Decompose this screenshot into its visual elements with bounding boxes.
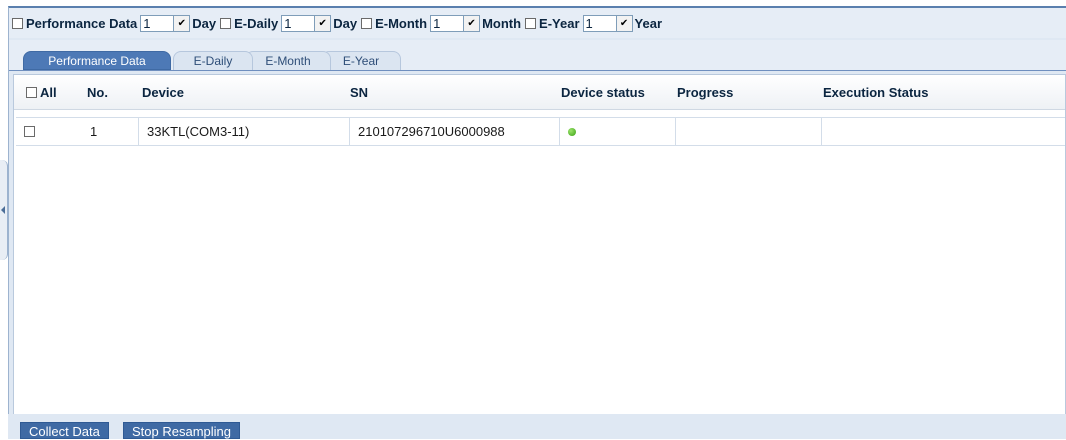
e-month-count-value: 1 <box>433 15 441 31</box>
row-no: 1 <box>82 118 139 145</box>
row-select-cell <box>16 118 81 145</box>
chevron-down-icon[interactable]: ✔ <box>173 15 190 31</box>
column-header-execution-status: Execution Status <box>823 84 929 100</box>
performance-data-unit: Day <box>192 15 217 31</box>
e-year-unit: Year <box>634 15 663 31</box>
performance-data-filter-label: Performance Data <box>26 15 138 31</box>
e-month-unit: Month <box>482 15 522 31</box>
filter-e-daily: E-Daily 1 ✔ Day <box>220 14 358 32</box>
column-header-device: Device <box>142 84 184 100</box>
row-progress <box>676 118 822 145</box>
tab-e-year[interactable]: E-Year <box>321 51 401 70</box>
chevron-down-icon[interactable]: ✔ <box>314 15 331 31</box>
column-header-progress: Progress <box>677 84 734 100</box>
row-execution-status <box>822 118 1066 145</box>
e-year-filter-label: E-Year <box>539 15 580 31</box>
filter-bar: Performance Data 1 ✔ Day E-Daily 1 ✔ Day… <box>9 8 1066 38</box>
e-year-count-select[interactable]: 1 ✔ <box>582 14 633 32</box>
column-header-no: No. <box>87 84 108 100</box>
tab-strip: E-Year E-Month E-Daily Performance Data <box>9 40 1066 71</box>
row-device-status <box>560 118 676 145</box>
tab-performance-data[interactable]: Performance Data <box>23 51 171 70</box>
filter-e-year: E-Year 1 ✔ Year <box>525 14 663 32</box>
performance-data-checkbox[interactable] <box>12 17 23 29</box>
collect-data-button[interactable]: Collect Data <box>20 422 109 439</box>
filter-performance-data: Performance Data 1 ✔ Day <box>12 14 217 32</box>
tab-e-daily[interactable]: E-Daily <box>173 51 253 70</box>
main-panel: Performance Data 1 ✔ Day E-Daily 1 ✔ Day… <box>8 6 1066 439</box>
status-online-icon <box>568 127 576 136</box>
stop-resampling-button[interactable]: Stop Resampling <box>123 422 240 439</box>
column-header-sn: SN <box>350 84 369 100</box>
e-daily-count-select[interactable]: 1 ✔ <box>281 14 332 32</box>
performance-data-count-select[interactable]: 1 ✔ <box>140 14 191 32</box>
table-row[interactable]: 1 33KTL(COM3-11) 210107296710U6000988 <box>16 117 1065 146</box>
chevron-down-icon[interactable]: ✔ <box>463 15 480 31</box>
collapse-panel-handle[interactable] <box>0 160 8 260</box>
e-month-count-select[interactable]: 1 ✔ <box>430 14 481 32</box>
filter-e-month: E-Month 1 ✔ Month <box>361 14 522 32</box>
tab-e-month[interactable]: E-Month <box>245 51 331 70</box>
row-sn: 210107296710U6000988 <box>350 118 560 145</box>
e-month-checkbox[interactable] <box>361 17 373 29</box>
performance-data-count-value: 1 <box>143 15 151 31</box>
arrow-left-icon <box>1 206 5 214</box>
e-daily-filter-label: E-Daily <box>234 15 279 31</box>
select-all-header: All <box>26 75 86 109</box>
row-device: 33KTL(COM3-11) <box>139 118 350 145</box>
select-all-label: All <box>40 84 57 100</box>
e-daily-unit: Day <box>333 15 358 31</box>
e-year-count-value: 1 <box>585 15 593 31</box>
device-table: All No. Device SN Device status Progress… <box>13 74 1066 418</box>
row-checkbox[interactable] <box>24 126 35 137</box>
select-all-checkbox[interactable] <box>26 86 37 98</box>
column-header-device-status: Device status <box>561 84 645 100</box>
chevron-down-icon[interactable]: ✔ <box>615 15 632 31</box>
e-daily-count-value: 1 <box>284 15 292 31</box>
table-header: All No. Device SN Device status Progress… <box>14 75 1065 110</box>
action-bar: Collect Data Stop Resampling <box>8 414 1066 439</box>
e-month-filter-label: E-Month <box>375 15 428 31</box>
e-year-checkbox[interactable] <box>525 17 537 29</box>
e-daily-checkbox[interactable] <box>220 17 232 29</box>
